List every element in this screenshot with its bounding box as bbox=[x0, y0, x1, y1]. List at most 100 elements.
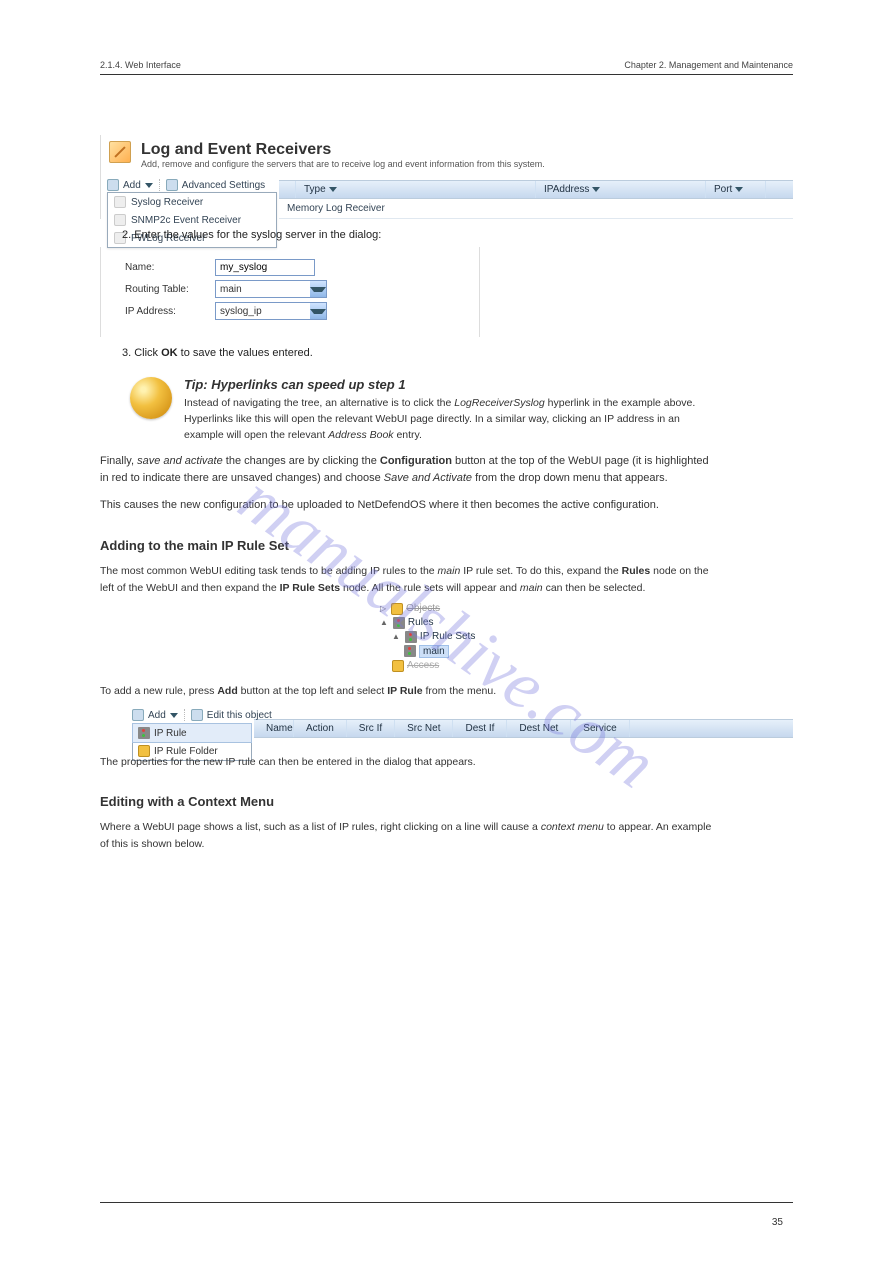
panel-subtitle: Add, remove and configure the servers th… bbox=[141, 159, 545, 169]
traffic-light-icon bbox=[405, 631, 417, 643]
menu-item-label: Syslog Receiver bbox=[131, 197, 203, 208]
step-3: 3. Click OK to save the values entered. bbox=[122, 347, 793, 359]
header-left: 2.1.4. Web Interface bbox=[100, 60, 181, 70]
bottom-rule bbox=[100, 1202, 793, 1203]
txt-em: main bbox=[520, 582, 543, 594]
col-destif[interactable]: Dest If bbox=[453, 720, 507, 737]
receivers-table-header: Type IPAddress Port bbox=[279, 180, 793, 199]
add-label: Add bbox=[148, 710, 166, 721]
txt: button at the top left and select bbox=[238, 685, 387, 697]
edit-label: Edit this object bbox=[207, 710, 272, 721]
txt: Finally, bbox=[100, 455, 137, 467]
col-port[interactable]: Port bbox=[706, 181, 766, 198]
nav-tree: ▷Objects ▲Rules ▲IP Rule Sets main Acces… bbox=[370, 602, 510, 673]
txt: the changes are by clicking the bbox=[223, 455, 380, 467]
col-action[interactable]: Action bbox=[294, 720, 347, 737]
activate-paragraph: Finally, save and activate the changes a… bbox=[100, 453, 720, 487]
tree-label: Rules bbox=[408, 617, 434, 628]
syslog-form: Name: Routing Table: main IP Address: sy… bbox=[100, 247, 480, 337]
col-ip-label: IPAddress bbox=[544, 184, 589, 195]
txt: IP rule set. To do this, expand the bbox=[460, 565, 621, 577]
menu-item-label: IP Rule bbox=[154, 728, 187, 739]
routing-table-select[interactable]: main bbox=[215, 280, 327, 298]
step-2: 2. Enter the values for the syslog serve… bbox=[122, 229, 793, 241]
col-srcif[interactable]: Src If bbox=[347, 720, 395, 737]
txt-b: IP Rule Sets bbox=[280, 582, 341, 594]
sort-arrow-icon bbox=[735, 187, 743, 192]
txt-b: Add bbox=[217, 685, 237, 697]
ip-address-value: syslog_ip bbox=[216, 306, 310, 317]
txt: from the menu. bbox=[423, 685, 497, 697]
txt: To add a new rule, press bbox=[100, 685, 217, 697]
tip-body: Instead of navigating the tree, an alter… bbox=[184, 396, 704, 443]
add-button[interactable]: Add bbox=[107, 179, 153, 191]
tree-label: Access bbox=[407, 660, 439, 671]
txt: from the drop down menu that appears. bbox=[472, 472, 668, 484]
step3-c: to save the values entered. bbox=[178, 347, 313, 359]
name-input[interactable] bbox=[215, 259, 315, 276]
receiver-icon bbox=[114, 214, 126, 226]
edit-icon bbox=[191, 709, 203, 721]
tip-text: entry. bbox=[394, 429, 422, 441]
chevron-down-icon bbox=[145, 183, 153, 188]
menu-ip-rule[interactable]: IP Rule bbox=[132, 723, 252, 743]
col-type[interactable]: Type bbox=[296, 181, 536, 198]
top-rule bbox=[100, 74, 793, 75]
add-icon bbox=[107, 179, 119, 191]
col-destnet[interactable]: Dest Net bbox=[507, 720, 571, 737]
tree-objects[interactable]: ▷Objects bbox=[380, 602, 510, 616]
name-label: Name: bbox=[125, 262, 207, 273]
routing-table-value: main bbox=[216, 284, 310, 295]
cell-type: Memory Log Receiver bbox=[287, 203, 385, 214]
txt-em: context menu bbox=[541, 821, 604, 833]
log-receivers-panel: Log and Event Receivers Add, remove and … bbox=[100, 135, 793, 219]
props-paragraph: The properties for the new IP rule can t… bbox=[100, 754, 720, 770]
add-button[interactable]: Add bbox=[132, 709, 178, 721]
advanced-settings-button[interactable]: Advanced Settings bbox=[159, 179, 265, 191]
txt: node. All the rule sets will appear and bbox=[340, 582, 520, 594]
sort-arrow-icon bbox=[592, 187, 600, 192]
tree-main[interactable]: main bbox=[404, 644, 510, 659]
txt-em: save and activate bbox=[137, 455, 223, 467]
txt-b: IP Rule bbox=[387, 685, 422, 697]
table-row[interactable]: Memory Log Receiver bbox=[279, 199, 793, 219]
tip-heading: Tip: Hyperlinks can speed up step 1 bbox=[184, 377, 704, 392]
page-header: 2.1.4. Web Interface Chapter 2. Manageme… bbox=[100, 60, 793, 70]
txt: can then be selected. bbox=[543, 582, 646, 594]
expand-icon: ▷ bbox=[380, 604, 386, 613]
tree-label: IP Rule Sets bbox=[420, 631, 475, 642]
chevron-down-icon bbox=[310, 287, 326, 292]
col-ipaddress[interactable]: IPAddress bbox=[536, 181, 706, 198]
col-type-label: Type bbox=[304, 184, 326, 195]
step3-a: 3. Click bbox=[122, 347, 161, 359]
page-number: 35 bbox=[772, 1217, 783, 1228]
context-paragraph: Where a WebUI page shows a list, such as… bbox=[100, 819, 720, 852]
tree-access[interactable]: Access bbox=[392, 659, 510, 673]
routing-table-label: Routing Table: bbox=[125, 284, 207, 295]
sort-arrow-icon bbox=[329, 187, 337, 192]
adding-paragraph: The most common WebUI editing task tends… bbox=[100, 563, 720, 596]
menu-syslog-receiver[interactable]: Syslog Receiver bbox=[108, 193, 276, 211]
advanced-settings-label: Advanced Settings bbox=[182, 180, 265, 191]
tree-rules[interactable]: ▲Rules bbox=[380, 616, 510, 630]
header-right: Chapter 2. Management and Maintenance bbox=[624, 60, 793, 70]
txt-em: Save and Activate bbox=[384, 472, 472, 484]
txt-em: main bbox=[438, 565, 461, 577]
col-port-label: Port bbox=[714, 184, 732, 195]
traffic-light-icon bbox=[404, 645, 416, 657]
add-label: Add bbox=[123, 180, 141, 191]
ip-address-select[interactable]: syslog_ip bbox=[215, 302, 327, 320]
tip-icon bbox=[130, 377, 172, 419]
col-srcnet[interactable]: Src Net bbox=[395, 720, 453, 737]
menu-snmp2c-receiver[interactable]: SNMP2c Event Receiver bbox=[108, 211, 276, 229]
add-icon bbox=[132, 709, 144, 721]
tip-block: Tip: Hyperlinks can speed up step 1 Inst… bbox=[130, 377, 793, 443]
col-name[interactable]: Name bbox=[254, 720, 294, 737]
folder-icon bbox=[391, 603, 403, 615]
folder-icon bbox=[392, 660, 404, 672]
edit-icon bbox=[109, 141, 131, 163]
txt-b: Rules bbox=[622, 565, 651, 577]
activate-paragraph-2: This causes the new configuration to be … bbox=[100, 497, 720, 514]
col-service[interactable]: Service bbox=[571, 720, 629, 737]
tree-ip-rule-sets[interactable]: ▲IP Rule Sets bbox=[392, 630, 510, 644]
